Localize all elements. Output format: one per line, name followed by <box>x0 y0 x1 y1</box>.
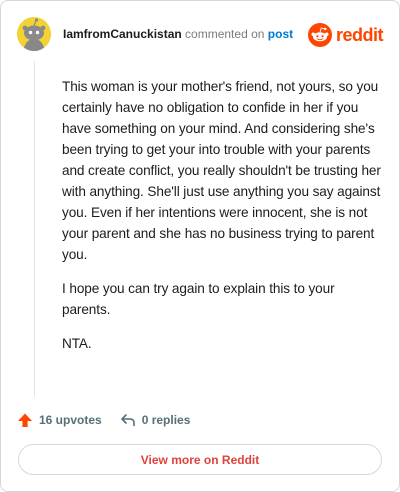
comment-meta: IamfromCanuckistan commented on post <box>63 27 293 41</box>
embedded-comment-card: IamfromCanuckistan commented on post red… <box>0 0 400 492</box>
reddit-wordmark: reddit <box>335 25 384 45</box>
reply-count: 0 replies <box>141 413 191 427</box>
post-link[interactable]: post <box>268 27 293 41</box>
upvote-count: 16 upvotes <box>39 413 102 427</box>
reddit-logo-icon <box>307 23 332 47</box>
reddit-brand[interactable]: reddit <box>307 23 384 47</box>
snoo-avatar-icon[interactable] <box>17 17 51 51</box>
reply-arrow-icon <box>120 414 135 427</box>
upvote-arrow-icon <box>18 413 32 427</box>
comment-paragraph: I hope you can try again to explain this… <box>62 281 335 317</box>
comment-actions: 16 upvotes 0 replies <box>17 409 383 431</box>
reply-button[interactable]: 0 replies <box>120 412 191 428</box>
comment-header: IamfromCanuckistan commented on post red… <box>17 17 384 53</box>
comment-body: This woman is your mother's friend, not … <box>62 76 383 367</box>
comment-paragraph: NTA. <box>62 336 92 351</box>
comment-paragraph: This woman is your mother's friend, not … <box>62 79 381 262</box>
view-more-button[interactable]: View more on Reddit <box>18 444 382 475</box>
username-link[interactable]: IamfromCanuckistan <box>63 27 182 41</box>
thread-line <box>34 61 35 397</box>
commented-on-label: commented on <box>185 27 265 41</box>
upvote-button[interactable]: 16 upvotes <box>17 412 102 428</box>
